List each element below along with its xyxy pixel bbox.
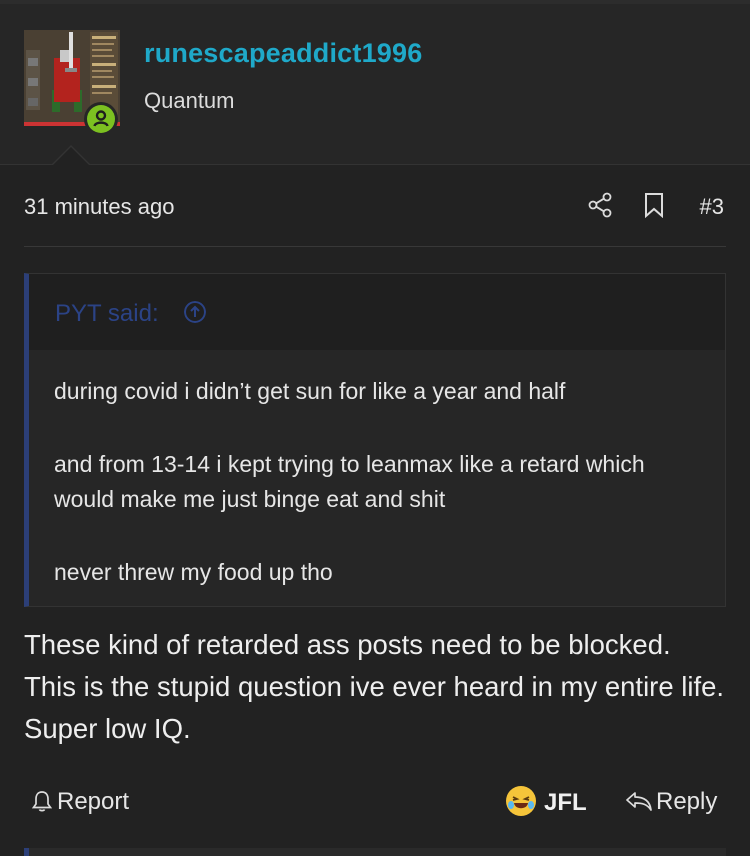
user-title: Quantum — [144, 88, 235, 113]
quote-paragraph: never threw my food up tho — [54, 559, 333, 585]
jfl-reaction-button[interactable]: JFL — [506, 786, 587, 817]
next-quote-edge — [24, 848, 726, 856]
quote-block: PYT said: during covid i didn’t get sun … — [24, 273, 726, 607]
username-link[interactable]: runescapeaddict1996 — [144, 38, 422, 69]
arrow-up-circle-icon[interactable] — [184, 301, 206, 323]
quote-author-link[interactable]: PYT said: — [55, 300, 159, 328]
post-meta-bar: 31 minutes ago #3 — [24, 182, 726, 247]
post-number-link[interactable]: #3 — [700, 194, 724, 220]
reaction-label: JFL — [544, 789, 587, 816]
quote-content: during covid i didn’t get sun for like a… — [54, 374, 704, 628]
reply-label: Reply — [656, 788, 718, 815]
bookmark-icon[interactable] — [642, 192, 666, 218]
user-icon — [93, 110, 109, 127]
post-timestamp[interactable]: 31 minutes ago — [24, 194, 174, 220]
report-button[interactable]: Report — [30, 788, 129, 816]
quote-header: PYT said: — [29, 274, 725, 350]
online-status-badge — [84, 102, 118, 136]
reply-button[interactable]: Reply — [624, 788, 717, 816]
bell-icon — [31, 791, 53, 812]
quote-paragraph: and from 13-14 i kept trying to leanmax … — [54, 451, 645, 512]
post-user-header: runescapeaddict1996 Quantum — [0, 4, 750, 165]
post-actions-bar: Report JFL Reply — [0, 780, 750, 824]
laughing-emoji-icon — [506, 786, 536, 816]
post-message: These kind of retarded ass posts need to… — [24, 629, 725, 744]
report-label: Report — [57, 788, 130, 815]
share-icon[interactable] — [587, 192, 613, 218]
reply-icon — [626, 792, 652, 811]
quote-paragraph: during covid i didn’t get sun for like a… — [54, 378, 566, 404]
header-pointer — [52, 147, 90, 166]
